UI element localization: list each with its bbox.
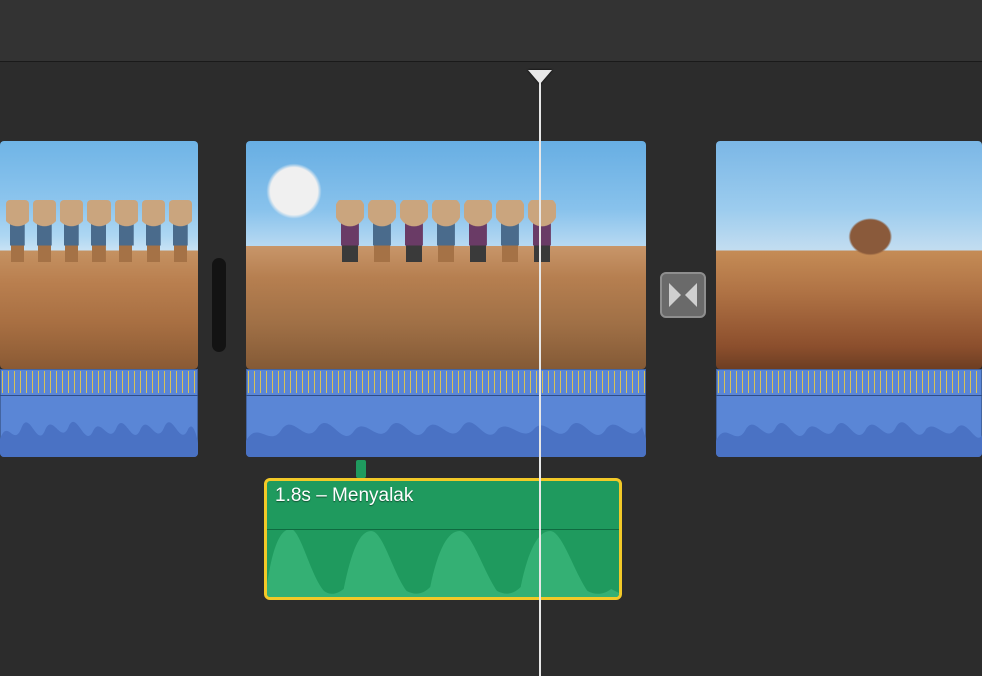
clip-thumbnail bbox=[716, 141, 982, 369]
audio-waveform bbox=[246, 399, 646, 457]
clip-thumbnail bbox=[0, 141, 198, 369]
sound-effect-waveform bbox=[267, 525, 619, 597]
attached-audio-track[interactable] bbox=[0, 369, 198, 457]
audio-waveform bbox=[716, 399, 982, 457]
sound-effect-label: 1.8s – Menyalak bbox=[275, 485, 413, 507]
timeline[interactable]: 1.8s – Menyalak bbox=[0, 62, 982, 676]
audio-peaks bbox=[246, 371, 646, 393]
sound-effect-name: Menyalak bbox=[332, 485, 413, 506]
transition-icon[interactable] bbox=[660, 272, 706, 318]
attached-audio-track[interactable] bbox=[716, 369, 982, 457]
video-clip[interactable] bbox=[716, 141, 982, 369]
sound-effect-clip[interactable]: 1.8s – Menyalak bbox=[264, 478, 622, 600]
video-clip[interactable] bbox=[246, 141, 646, 369]
playhead-line[interactable] bbox=[539, 82, 541, 676]
sound-effect-duration: 1.8s bbox=[275, 485, 311, 506]
toolbar-strip bbox=[0, 0, 982, 62]
video-clip[interactable] bbox=[0, 141, 198, 369]
audio-waveform bbox=[0, 399, 198, 457]
attached-audio-track[interactable] bbox=[246, 369, 646, 457]
trim-handle[interactable] bbox=[212, 258, 226, 352]
clip-thumbnail bbox=[246, 141, 646, 369]
audio-peaks bbox=[716, 371, 982, 393]
audio-clip-connector bbox=[356, 460, 366, 478]
audio-peaks bbox=[0, 371, 198, 393]
